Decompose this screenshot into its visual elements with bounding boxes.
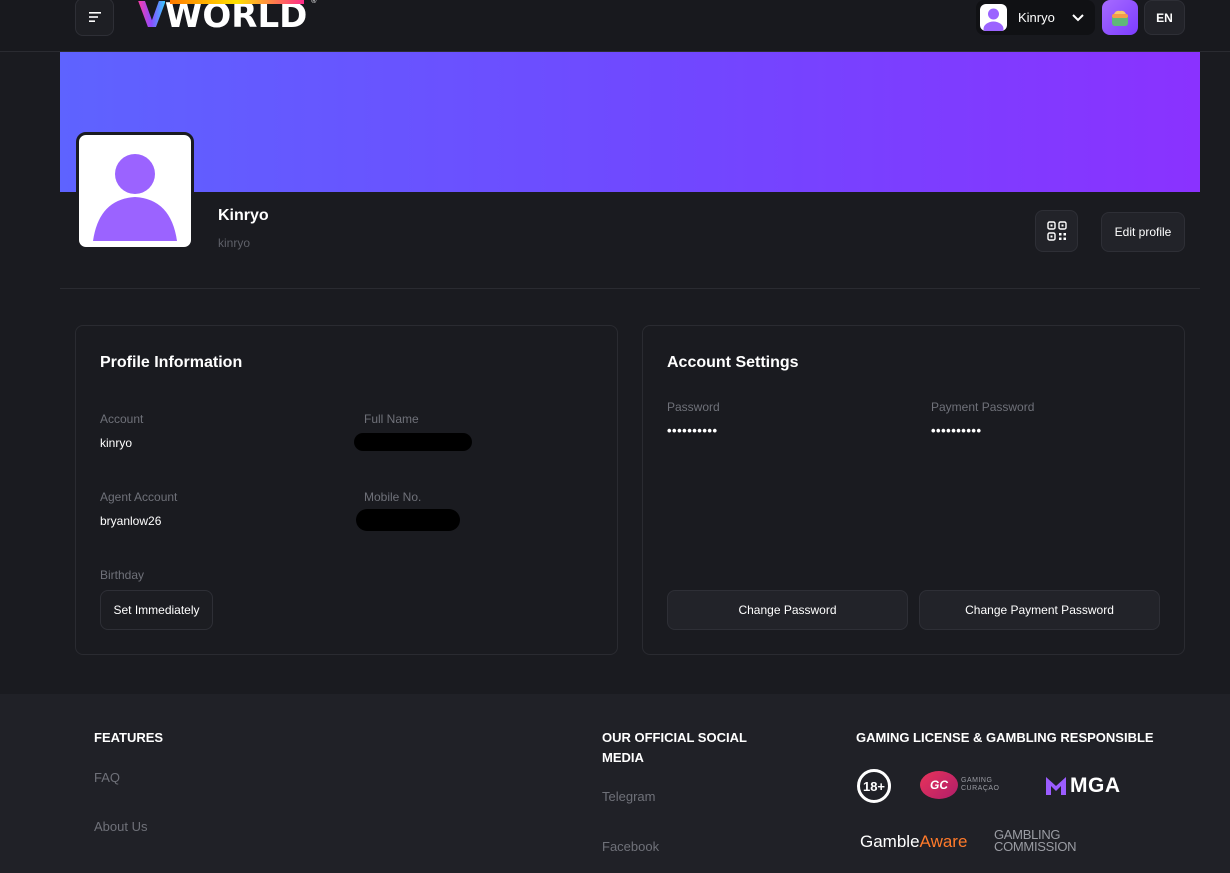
menu-button[interactable] [75, 0, 114, 36]
gaming-curacao-logo: GC GAMING CURAÇAO [920, 771, 1000, 799]
qr-code-icon [1046, 221, 1067, 241]
wallet-button[interactable] [1102, 0, 1138, 35]
account-settings-card: Account Settings Password •••••••••• Pay… [642, 325, 1185, 655]
wallet-icon [1112, 10, 1128, 26]
mga-mark-icon [1046, 777, 1066, 795]
logo-text: WORLD [164, 0, 308, 36]
user-name: Kinryo [1018, 10, 1055, 25]
site-logo[interactable]: V WORLD ® [138, 0, 316, 36]
gc-text: GAMING CURAÇAO [961, 777, 1000, 793]
profile-username: kinryo [218, 236, 251, 250]
password-label: Password [667, 400, 720, 414]
aware-text: Aware [919, 832, 968, 851]
change-payment-password-button[interactable]: Change Payment Password [919, 590, 1160, 630]
top-header: V WORLD ® Kinryo EN [0, 0, 1230, 52]
edit-profile-button[interactable]: Edit profile [1101, 212, 1185, 252]
footer-link-about-us[interactable]: About Us [94, 819, 147, 834]
mobile-label: Mobile No. [364, 490, 422, 504]
footer-link-facebook[interactable]: Facebook [602, 839, 659, 854]
mobile-redacted [356, 509, 460, 531]
user-avatar [980, 4, 1007, 31]
gamble-text: Gamble [860, 832, 920, 851]
gc-mark: GC [920, 771, 958, 799]
age-18-plus-badge: 18+ [857, 769, 891, 803]
qr-code-button[interactable] [1035, 210, 1078, 252]
gc-text-line-2: CURAÇAO [961, 785, 1000, 792]
agent-account-label: Agent Account [100, 490, 178, 504]
gc-text-line-1: GAMING [961, 777, 993, 784]
change-password-button[interactable]: Change Password [667, 590, 908, 630]
profile-name: Kinryo [218, 207, 269, 224]
agent-account-value: bryanlow26 [100, 514, 162, 528]
profile-avatar[interactable] [76, 132, 194, 250]
footer-link-faq[interactable]: FAQ [94, 770, 120, 785]
profile-avatar-icon [93, 154, 177, 241]
gambling-commission-logo: GAMBLING COMMISSION [994, 828, 1077, 854]
profile-information-card: Profile Information Account kinryo Full … [75, 325, 618, 655]
hamburger-icon [88, 12, 101, 22]
gamble-aware-logo: GambleAware [860, 832, 967, 852]
divider [60, 288, 1200, 289]
logo-rainbow-bar [170, 0, 304, 4]
logo-registered: ® [311, 0, 317, 5]
full-name-redacted [354, 433, 472, 451]
payment-password-value: •••••••••• [931, 423, 982, 438]
full-name-label: Full Name [364, 412, 419, 426]
account-value: kinryo [100, 436, 133, 450]
user-menu[interactable]: Kinryo [976, 0, 1095, 35]
social-title-line-1: OUR OFFICIAL SOCIAL [602, 730, 747, 745]
license-title: GAMING LICENSE & GAMBLING RESPONSIBLE [856, 730, 1154, 745]
mga-text: MGA [1070, 774, 1121, 797]
set-birthday-button[interactable]: Set Immediately [100, 590, 213, 630]
footer: FEATURES FAQ About Us OUR OFFICIAL SOCIA… [0, 694, 1230, 873]
account-label: Account [100, 412, 144, 426]
features-title: FEATURES [94, 730, 164, 745]
profile-banner [60, 52, 1200, 192]
payment-password-label: Payment Password [931, 400, 1035, 414]
social-title-line-2: MEDIA [602, 750, 644, 765]
logo-v: V [138, 0, 166, 36]
mga-logo: MGA [1045, 774, 1121, 798]
card-title: Profile Information [100, 354, 243, 371]
chevron-down-icon [1072, 13, 1084, 21]
footer-link-telegram[interactable]: Telegram [602, 789, 655, 804]
card-title: Account Settings [667, 354, 799, 371]
user-avatar-icon [983, 8, 1004, 31]
gambling-commission-line-2: COMMISSION [994, 839, 1077, 854]
password-value: •••••••••• [667, 423, 718, 438]
birthday-label: Birthday [100, 568, 145, 582]
language-button[interactable]: EN [1144, 0, 1185, 35]
